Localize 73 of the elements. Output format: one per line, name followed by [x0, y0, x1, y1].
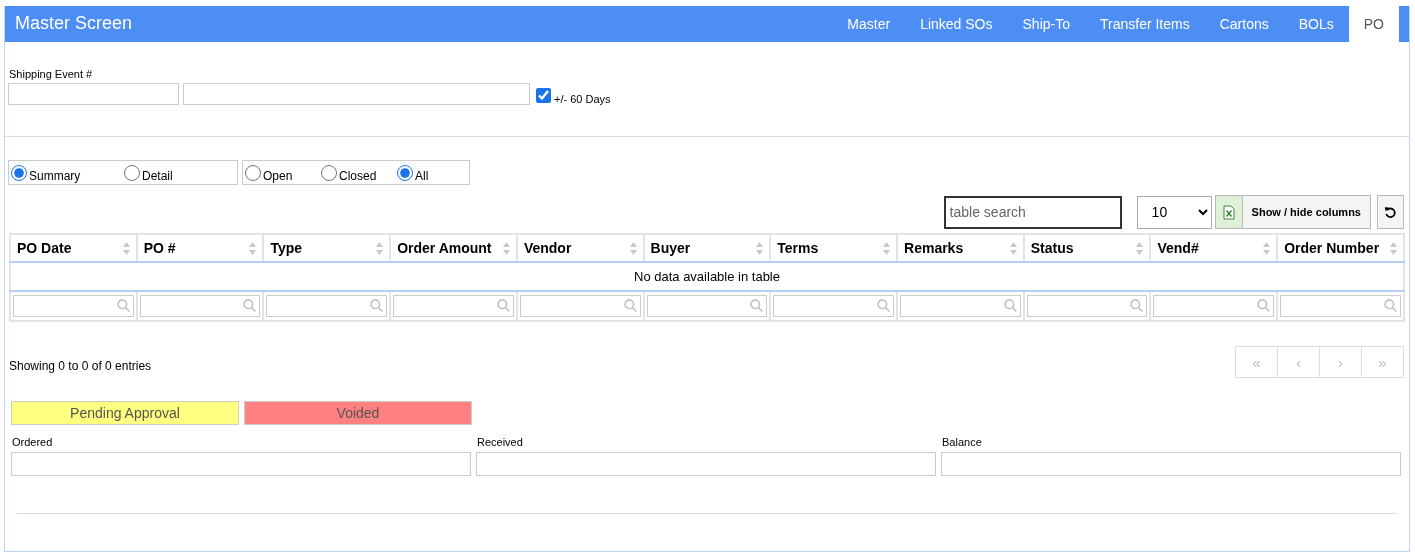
- sort-icon[interactable]: [375, 241, 385, 256]
- refresh-icon: [1384, 205, 1397, 219]
- total-field[interactable]: [11, 452, 471, 476]
- total-field[interactable]: [941, 452, 1401, 476]
- column-header[interactable]: Vend#: [1157, 240, 1199, 256]
- column-filter-field[interactable]: [13, 295, 134, 317]
- total-field[interactable]: [476, 452, 936, 476]
- sort-icon[interactable]: [501, 241, 511, 256]
- search-icon: [243, 299, 257, 312]
- field-label: Shipping Event #: [9, 68, 93, 80]
- empty-table-message: No data available in table: [634, 269, 780, 284]
- app-title: Master Screen: [14, 12, 134, 35]
- spreadsheet-icon: [1222, 204, 1235, 220]
- table-search-field[interactable]: table search: [943, 195, 1122, 229]
- checkbox[interactable]: [536, 87, 551, 103]
- column-header[interactable]: Terms: [777, 240, 819, 256]
- sort-icon[interactable]: [248, 241, 258, 256]
- radio-button[interactable]: [245, 164, 261, 181]
- search-icon: [1384, 299, 1397, 312]
- radio-button[interactable]: [11, 164, 27, 181]
- field-label: Received: [477, 436, 523, 448]
- search-icon: [1257, 299, 1271, 312]
- radio-label: All: [415, 168, 429, 183]
- legend-swatch: Pending Approval: [11, 401, 239, 425]
- search-icon: [750, 299, 764, 312]
- export-spreadsheet-button[interactable]: [1214, 195, 1243, 229]
- radio-button[interactable]: [321, 164, 337, 181]
- search-icon: [116, 299, 130, 312]
- radio-button[interactable]: [397, 164, 413, 181]
- radio-button[interactable]: [124, 164, 140, 181]
- column-filter-field[interactable]: [1026, 295, 1148, 317]
- field-label: Balance: [942, 436, 982, 448]
- column-filter-field[interactable]: [646, 295, 768, 317]
- column-filter-field[interactable]: [1280, 295, 1401, 317]
- search-icon: [877, 299, 891, 312]
- search-icon: [623, 299, 637, 312]
- search-icon: [496, 299, 510, 312]
- column-filter-field[interactable]: [139, 295, 261, 317]
- column-filter-field[interactable]: [1153, 295, 1275, 317]
- sort-icon[interactable]: [1262, 241, 1272, 256]
- column-filter-field[interactable]: [393, 295, 514, 317]
- radio-label: Summary: [29, 168, 81, 183]
- column-header[interactable]: Status: [1030, 240, 1074, 256]
- sort-icon[interactable]: [1389, 241, 1398, 256]
- column-header[interactable]: Buyer: [650, 240, 691, 256]
- sort-icon[interactable]: [755, 241, 765, 256]
- field-label: Ordered: [12, 436, 53, 448]
- column-header[interactable]: Type: [270, 240, 303, 256]
- show-hide-columns-button[interactable]: Show / hide columns: [1242, 195, 1371, 229]
- search-icon: [370, 299, 384, 312]
- radio-label: Detail: [142, 168, 173, 183]
- search-icon: [1130, 299, 1144, 312]
- checkbox-label: +/- 60 Days: [554, 93, 611, 105]
- column-filter-field[interactable]: [519, 295, 641, 317]
- sort-icon[interactable]: [882, 241, 892, 256]
- tab[interactable]: PO: [1348, 6, 1399, 42]
- radio-label: Open: [263, 168, 293, 183]
- search-icon: [1003, 299, 1017, 312]
- legend-swatch: Voided: [244, 401, 472, 425]
- sort-icon[interactable]: [628, 241, 638, 256]
- column-header[interactable]: PO #: [143, 240, 176, 256]
- sort-icon[interactable]: [121, 241, 131, 256]
- shipping-event-field[interactable]: [8, 83, 179, 105]
- sort-icon[interactable]: [1135, 241, 1145, 256]
- page-size-select[interactable]: 10: [1136, 195, 1212, 229]
- column-filter-field[interactable]: [266, 295, 388, 317]
- radio-label: Closed: [339, 168, 377, 183]
- column-filter-field[interactable]: [773, 295, 895, 317]
- shipping-event-description-field[interactable]: [183, 83, 530, 105]
- sort-icon[interactable]: [1008, 241, 1018, 256]
- reset-button[interactable]: [1377, 195, 1404, 229]
- table-info: Showing 0 to 0 of 0 entries: [9, 359, 152, 373]
- column-filter-field[interactable]: [900, 295, 1021, 317]
